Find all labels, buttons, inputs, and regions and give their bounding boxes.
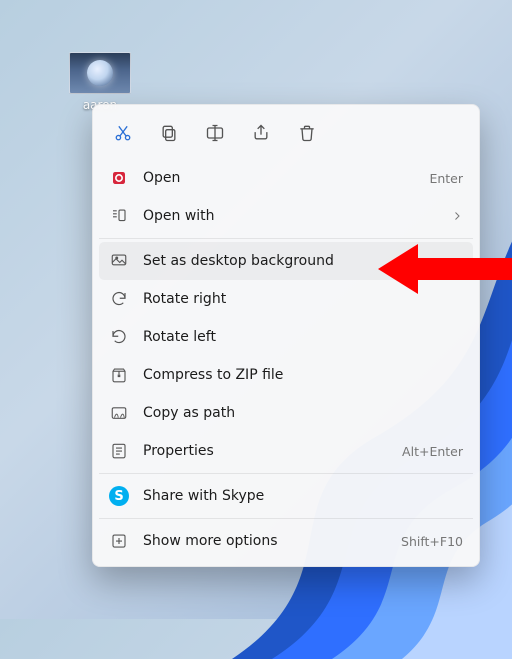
menu-label: Open with xyxy=(143,208,437,224)
zip-icon xyxy=(109,365,129,385)
open-icon xyxy=(109,168,129,188)
share-button[interactable] xyxy=(241,115,281,151)
properties-icon xyxy=(109,441,129,461)
menu-item-copy-path[interactable]: Copy as path xyxy=(99,394,473,432)
menu-item-more-options[interactable]: Show more options Shift+F10 xyxy=(99,522,473,560)
rotate-left-icon xyxy=(109,327,129,347)
menu-label: Compress to ZIP file xyxy=(143,367,463,383)
delete-button[interactable] xyxy=(287,115,327,151)
desktop-background-icon xyxy=(109,251,129,271)
shortcut: Shift+F10 xyxy=(401,534,463,549)
context-menu: Open Enter Open with Set as desktop back… xyxy=(92,104,480,567)
menu-item-open-with[interactable]: Open with xyxy=(99,197,473,235)
menu-label: Properties xyxy=(143,443,388,459)
menu-item-set-bg[interactable]: Set as desktop background xyxy=(99,242,473,280)
delete-icon xyxy=(297,123,317,143)
action-row xyxy=(99,111,473,159)
shortcut: Alt+Enter xyxy=(402,444,463,459)
chevron-right-icon xyxy=(451,210,463,222)
menu-label: Open xyxy=(143,170,415,186)
menu-item-compress-zip[interactable]: Compress to ZIP file xyxy=(99,356,473,394)
desktop-file[interactable]: aaron xyxy=(60,52,140,112)
menu-item-open[interactable]: Open Enter xyxy=(99,159,473,197)
menu-item-properties[interactable]: Properties Alt+Enter xyxy=(99,432,473,470)
copy-icon xyxy=(159,123,179,143)
menu-label: Share with Skype xyxy=(143,488,463,504)
more-options-icon xyxy=(109,531,129,551)
menu-label: Copy as path xyxy=(143,405,463,421)
copy-path-icon xyxy=(109,403,129,423)
menu-label: Show more options xyxy=(143,533,387,549)
skype-icon: S xyxy=(109,486,129,506)
menu-label: Set as desktop background xyxy=(143,253,463,269)
open-with-icon xyxy=(109,206,129,226)
rotate-right-icon xyxy=(109,289,129,309)
copy-button[interactable] xyxy=(149,115,189,151)
rename-button[interactable] xyxy=(195,115,235,151)
cut-icon xyxy=(113,123,133,143)
menu-label: Rotate right xyxy=(143,291,463,307)
share-icon xyxy=(251,123,271,143)
menu-item-share-skype[interactable]: S Share with Skype xyxy=(99,477,473,515)
separator xyxy=(99,473,473,474)
separator xyxy=(99,238,473,239)
rename-icon xyxy=(205,123,225,143)
file-thumbnail xyxy=(69,52,131,94)
shortcut: Enter xyxy=(429,171,463,186)
menu-label: Rotate left xyxy=(143,329,463,345)
cut-button[interactable] xyxy=(103,115,143,151)
separator xyxy=(99,518,473,519)
menu-item-rotate-left[interactable]: Rotate left xyxy=(99,318,473,356)
menu-item-rotate-right[interactable]: Rotate right xyxy=(99,280,473,318)
